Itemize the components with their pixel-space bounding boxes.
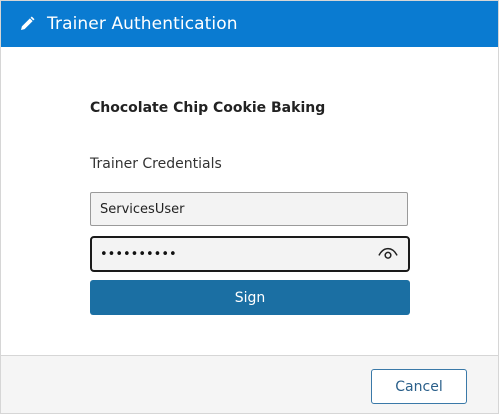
sign-button[interactable]: Sign [90,280,410,315]
dialog-title: Trainer Authentication [47,14,238,34]
trainer-credentials-label: Trainer Credentials [90,156,222,172]
password-field[interactable] [92,239,374,269]
username-field[interactable] [90,192,408,226]
pencil-icon [17,14,37,34]
dialog-titlebar: Trainer Authentication [1,1,498,47]
trainer-authentication-dialog: Trainer Authentication Chocolate Chip Co… [0,0,499,414]
course-title: Chocolate Chip Cookie Baking [90,100,326,116]
dialog-content: Chocolate Chip Cookie Baking Trainer Cre… [1,47,498,355]
password-field-container [90,236,410,272]
eye-icon[interactable] [374,240,402,268]
dialog-footer: Cancel [1,355,498,413]
cancel-button[interactable]: Cancel [371,369,467,404]
